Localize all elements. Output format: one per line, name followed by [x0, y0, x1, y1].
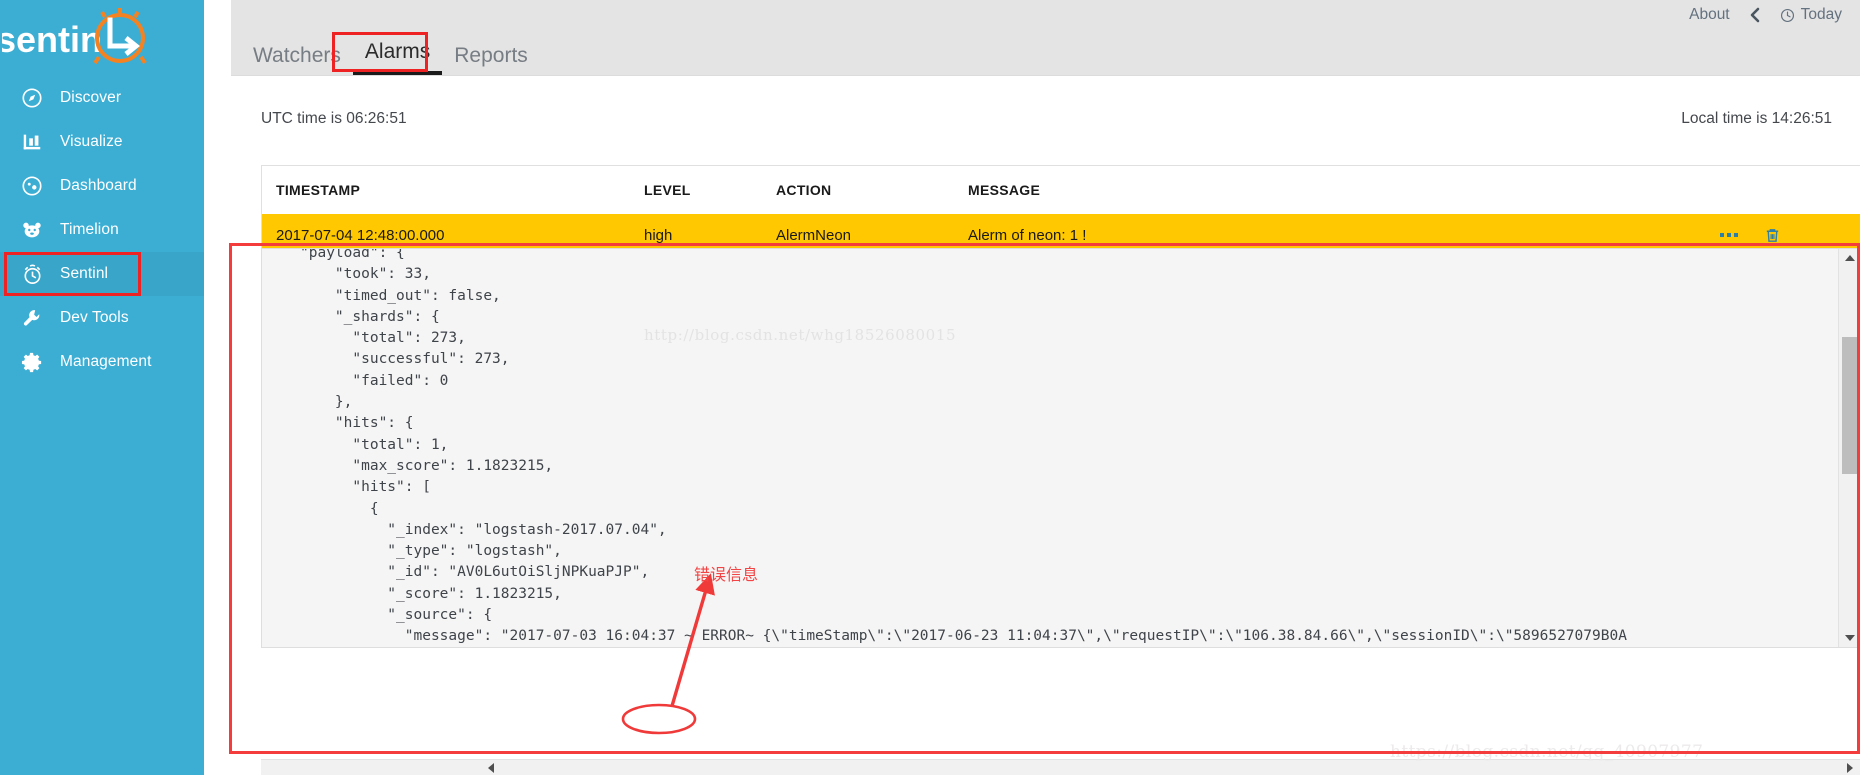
alarms-table: TIMESTAMP LEVEL ACTION MESSAGE 2017-07-0… — [261, 165, 1860, 256]
sidebar-item-label: Timelion — [60, 221, 119, 238]
payload-viewer[interactable]: "payload": { "took": 33, "timed_out": fa… — [261, 248, 1860, 648]
sidebar-item-label: Dev Tools — [60, 309, 129, 326]
column-header-action[interactable]: ACTION — [776, 182, 968, 198]
sidebar: sentin Discover Visualize Dashboard Time… — [0, 0, 204, 775]
about-link[interactable]: About — [1689, 6, 1730, 24]
back-button[interactable] — [1748, 7, 1762, 23]
column-header-message[interactable]: MESSAGE — [968, 182, 1710, 198]
sidebar-item-sentinl[interactable]: Sentinl — [0, 252, 204, 296]
sidebar-item-label: Sentinl — [60, 265, 109, 282]
page-horizontal-scrollbar[interactable] — [261, 759, 1860, 775]
tab-reports[interactable]: Reports — [442, 45, 540, 75]
today-button[interactable]: Today — [1780, 6, 1842, 24]
chevron-left-icon — [1750, 7, 1759, 23]
top-bar: About Today Watchers Alarms Reports — [231, 0, 1860, 76]
dashboard-icon — [12, 175, 52, 197]
app-logo[interactable]: sentin — [0, 0, 204, 76]
ellipsis-icon — [1720, 233, 1738, 237]
sidebar-item-label: Discover — [60, 89, 122, 106]
scroll-left-button[interactable] — [483, 760, 499, 775]
row-tools — [1710, 226, 1860, 245]
today-label: Today — [1800, 6, 1842, 23]
table-header-row: TIMESTAMP LEVEL ACTION MESSAGE — [262, 166, 1860, 214]
sentinl-logo-icon: sentin — [2, 8, 147, 65]
sidebar-gutter — [204, 0, 231, 775]
wrench-icon — [12, 307, 52, 329]
local-time-label: Local time is 14:26:51 — [1681, 110, 1832, 127]
column-header-level[interactable]: LEVEL — [644, 182, 776, 198]
payload-json: "payload": { "took": 33, "timed_out": fa… — [300, 248, 1627, 645]
sidebar-item-discover[interactable]: Discover — [0, 76, 204, 120]
row-menu-button[interactable] — [1720, 233, 1738, 237]
trash-icon — [1766, 228, 1779, 242]
triangle-up-icon — [1844, 255, 1855, 261]
sidebar-item-label: Visualize — [60, 133, 123, 150]
time-row: UTC time is 06:26:51 Local time is 14:26… — [231, 76, 1860, 138]
scroll-right-button[interactable] — [1842, 760, 1858, 775]
svg-text:sentin: sentin — [2, 19, 102, 60]
sidebar-item-management[interactable]: Management — [0, 340, 204, 384]
cell-action: AlermNeon — [776, 226, 852, 244]
top-bar-actions: About Today — [1689, 0, 1842, 30]
triangle-down-icon — [1844, 635, 1855, 641]
cell-timestamp: 2017-07-04 12:48:00.000 — [276, 226, 445, 244]
clock-icon — [1780, 8, 1794, 22]
main-content: About Today Watchers Alarms Reports UTC … — [231, 0, 1860, 775]
column-header-timestamp[interactable]: TIMESTAMP — [262, 182, 644, 198]
payload-vertical-scrollbar[interactable] — [1838, 249, 1859, 647]
cell-message: Alerm of neon: 1 ! — [968, 226, 1087, 244]
tab-alarms[interactable]: Alarms — [352, 41, 443, 75]
cell-level: high — [644, 226, 673, 244]
scrollbar-thumb[interactable] — [1842, 337, 1857, 474]
tab-watchers[interactable]: Watchers — [241, 45, 353, 75]
utc-time-label: UTC time is 06:26:51 — [261, 110, 407, 127]
sidebar-item-dashboard[interactable]: Dashboard — [0, 164, 204, 208]
about-label: About — [1689, 6, 1730, 23]
delete-row-button[interactable] — [1764, 226, 1781, 245]
scroll-up-button[interactable] — [1839, 249, 1860, 267]
scroll-down-button[interactable] — [1839, 629, 1860, 647]
sidebar-item-label: Dashboard — [60, 177, 137, 194]
alarm-clock-icon — [12, 263, 52, 286]
tab-bar: Watchers Alarms Reports — [241, 31, 540, 75]
bar-chart-icon — [12, 131, 52, 153]
compass-icon — [12, 87, 52, 109]
timelion-bear-icon — [12, 219, 52, 241]
triangle-left-icon — [488, 762, 494, 773]
gear-icon — [12, 351, 52, 374]
sidebar-item-label: Management — [60, 353, 152, 370]
sidebar-item-visualize[interactable]: Visualize — [0, 120, 204, 164]
sidebar-nav: Discover Visualize Dashboard Timelion Se… — [0, 76, 204, 384]
sentinl-alarms-page: sentin Discover Visualize Dashboard Time… — [0, 0, 1860, 775]
sidebar-item-dev-tools[interactable]: Dev Tools — [0, 296, 204, 340]
triangle-right-icon — [1847, 762, 1853, 773]
sidebar-item-timelion[interactable]: Timelion — [0, 208, 204, 252]
